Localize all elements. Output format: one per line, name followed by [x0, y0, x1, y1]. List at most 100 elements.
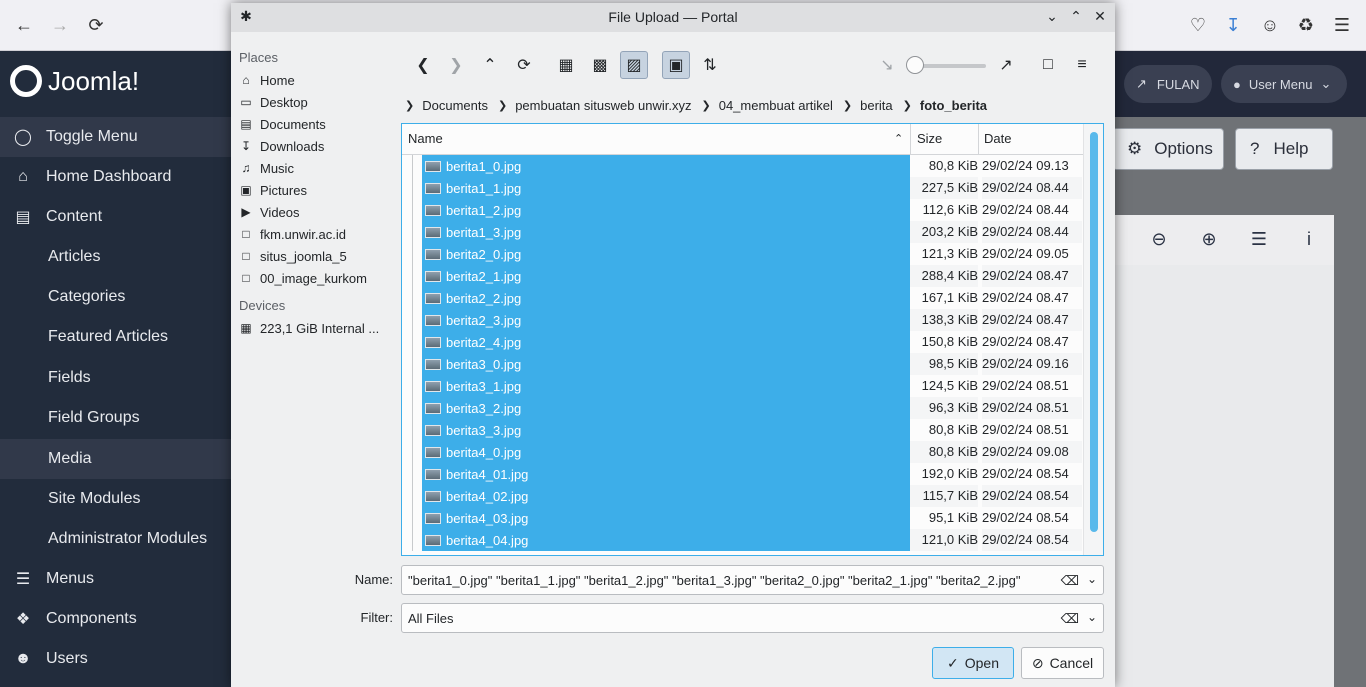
chevron-down-icon[interactable]: ⌄ [1087, 610, 1097, 624]
zoom-slider[interactable] [914, 64, 986, 68]
sidebar-item-administrator-modules[interactable]: Administrator Modules [0, 519, 231, 559]
hamburger-menu-icon[interactable]: ☰ [1331, 14, 1353, 36]
place-downloads[interactable]: ↧ Downloads [239, 135, 399, 157]
file-row[interactable]: berita1_1.jpg 227,5 KiB 29/02/24 08.44 [402, 177, 1083, 199]
chevron-down-icon[interactable]: ⌄ [1087, 572, 1097, 586]
column-header-name[interactable]: Name [408, 124, 443, 154]
file-row[interactable]: berita4_04.jpg 121,0 KiB 29/02/24 08.54 [402, 529, 1083, 551]
sidebar-item-categories[interactable]: Categories [0, 277, 231, 317]
sort-icon[interactable]: ⇅ [696, 51, 724, 79]
file-row[interactable]: berita1_0.jpg 80,8 KiB 29/02/24 09.13 [402, 155, 1083, 177]
extensions-icon[interactable]: ♻ [1295, 14, 1317, 36]
file-name-cell[interactable]: berita4_03.jpg [422, 507, 910, 529]
nav-back-icon[interactable]: ❮ [409, 51, 437, 79]
zoom-out-icon[interactable]: ↘ [873, 51, 901, 79]
options-button[interactable]: ⚙ Options [1112, 128, 1224, 170]
file-row[interactable]: berita4_03.jpg 95,1 KiB 29/02/24 08.54 [402, 507, 1083, 529]
file-row[interactable]: berita1_2.jpg 112,6 KiB 29/02/24 08.44 [402, 199, 1083, 221]
clear-icon[interactable]: ⌫ [1061, 611, 1079, 627]
file-row[interactable]: berita4_01.jpg 192,0 KiB 29/02/24 08.54 [402, 463, 1083, 485]
joomla-logo[interactable]: Joomla! [10, 65, 139, 97]
column-header-date[interactable]: Date [984, 124, 1011, 154]
place-videos[interactable]: ▶ Videos [239, 201, 399, 223]
file-row[interactable]: berita3_1.jpg 124,5 KiB 29/02/24 08.51 [402, 375, 1083, 397]
column-header-size[interactable]: Size [917, 124, 942, 154]
scrollbar-track[interactable] [1083, 124, 1103, 555]
file-row[interactable]: berita2_3.jpg 138,3 KiB 29/02/24 08.47 [402, 309, 1083, 331]
file-name-cell[interactable]: berita4_02.jpg [422, 485, 910, 507]
sidebar-item-components[interactable]: ❖ Components [0, 599, 231, 639]
zoom-slider-handle[interactable] [906, 56, 924, 74]
new-folder-icon[interactable]: □ [1034, 51, 1062, 79]
sidebar-item-menus[interactable]: ☰ Menus [0, 559, 231, 599]
file-name-cell[interactable]: berita1_0.jpg [422, 155, 910, 177]
sidebar-item-home-dashboard[interactable]: ⌂ Home Dashboard [0, 157, 231, 197]
file-name-cell[interactable]: berita1_2.jpg [422, 199, 910, 221]
breadcrumb-current[interactable]: foto_berita [920, 98, 987, 113]
file-name-cell[interactable]: berita3_3.jpg [422, 419, 910, 441]
file-name-cell[interactable]: berita1_3.jpg [422, 221, 910, 243]
detail-view-icon[interactable]: ▨ [620, 51, 648, 79]
options-icon[interactable]: ≡ [1068, 51, 1096, 79]
file-row[interactable]: berita4_0.jpg 80,8 KiB 29/02/24 09.08 [402, 441, 1083, 463]
file-row[interactable]: berita2_1.jpg 288,4 KiB 29/02/24 08.47 [402, 265, 1083, 287]
sidebar-item-articles[interactable]: Articles [0, 237, 231, 277]
file-name-cell[interactable]: berita3_0.jpg [422, 353, 910, 375]
zoom-out-icon[interactable]: ⊖ [1147, 229, 1171, 251]
clear-icon[interactable]: ⌫ [1061, 573, 1079, 589]
account-icon[interactable]: ☺ [1259, 14, 1281, 36]
user-menu-button[interactable]: ● User Menu ⌄ [1221, 65, 1347, 103]
file-row[interactable]: berita1_3.jpg 203,2 KiB 29/02/24 08.44 [402, 221, 1083, 243]
file-row[interactable]: berita3_0.jpg 98,5 KiB 29/02/24 09.16 [402, 353, 1083, 375]
close-icon[interactable]: ✕ [1091, 8, 1109, 26]
file-row[interactable]: berita2_4.jpg 150,8 KiB 29/02/24 08.47 [402, 331, 1083, 353]
icon-view-icon[interactable]: ▦ [552, 51, 580, 79]
file-name-cell[interactable]: berita2_1.jpg [422, 265, 910, 287]
file-name-cell[interactable]: berita4_04.jpg [422, 529, 910, 551]
filename-input[interactable]: "berita1_0.jpg" "berita1_1.jpg" "berita1… [401, 565, 1104, 595]
breadcrumb-item[interactable]: berita [860, 98, 893, 113]
file-name-cell[interactable]: berita4_0.jpg [422, 441, 910, 463]
download-icon[interactable]: ↧ [1222, 14, 1244, 36]
scrollbar-thumb[interactable] [1090, 132, 1098, 532]
info-icon[interactable]: i [1297, 229, 1321, 251]
compact-view-icon[interactable]: ▩ [586, 51, 614, 79]
filter-select[interactable]: All Files ⌫ ⌄ [401, 603, 1104, 633]
site-link-button[interactable]: ↗ FULAN [1124, 65, 1212, 103]
file-row[interactable]: berita3_2.jpg 96,3 KiB 29/02/24 08.51 [402, 397, 1083, 419]
place-image-kurkom[interactable]: □ 00_image_kurkom [239, 267, 399, 289]
nav-forward-icon[interactable]: ❯ [442, 51, 470, 79]
place-desktop[interactable]: ▭ Desktop [239, 91, 399, 113]
reload-icon[interactable]: ⟳ [85, 14, 107, 36]
sidebar-item-media[interactable]: Media [0, 439, 231, 479]
nav-up-icon[interactable]: ⌃ [476, 51, 504, 79]
cancel-button[interactable]: ⊘ Cancel [1021, 647, 1104, 679]
sidebar-item-site-modules[interactable]: Site Modules [0, 479, 231, 519]
place-documents[interactable]: ▤ Documents [239, 113, 399, 135]
file-row[interactable]: berita3_3.jpg 80,8 KiB 29/02/24 08.51 [402, 419, 1083, 441]
maximize-icon[interactable]: ⌃ [1067, 8, 1085, 26]
file-name-cell[interactable]: berita2_0.jpg [422, 243, 910, 265]
file-name-cell[interactable]: berita3_1.jpg [422, 375, 910, 397]
open-button[interactable]: ✓ Open [932, 647, 1014, 679]
file-name-cell[interactable]: berita3_2.jpg [422, 397, 910, 419]
file-row[interactable]: berita2_2.jpg 167,1 KiB 29/02/24 08.47 [402, 287, 1083, 309]
toggle-menu[interactable]: ◯ Toggle Menu [0, 117, 231, 157]
place-home[interactable]: ⌂ Home [239, 69, 399, 91]
place-situs-joomla[interactable]: □ situs_joomla_5 [239, 245, 399, 267]
breadcrumb-item[interactable]: pembuatan situsweb unwir.xyz [515, 98, 691, 113]
sidebar-item-field-groups[interactable]: Field Groups [0, 398, 231, 438]
device-internal-drive[interactable]: ▦ 223,1 GiB Internal ... [239, 317, 399, 339]
minimize-icon[interactable]: ⌄ [1043, 8, 1061, 26]
zoom-in-icon[interactable]: ⊕ [1197, 229, 1221, 251]
forward-icon[interactable]: → [49, 14, 71, 36]
file-name-cell[interactable]: berita4_01.jpg [422, 463, 910, 485]
back-icon[interactable]: ← [13, 14, 35, 36]
sidebar-item-content[interactable]: ▤ Content [0, 197, 231, 237]
place-music[interactable]: ♫ Music [239, 157, 399, 179]
breadcrumb-item[interactable]: 04_membuat artikel [719, 98, 833, 113]
file-name-cell[interactable]: berita2_3.jpg [422, 309, 910, 331]
help-button[interactable]: ? Help [1235, 128, 1333, 170]
file-name-cell[interactable]: berita1_1.jpg [422, 177, 910, 199]
place-fkm[interactable]: □ fkm.unwir.ac.id [239, 223, 399, 245]
